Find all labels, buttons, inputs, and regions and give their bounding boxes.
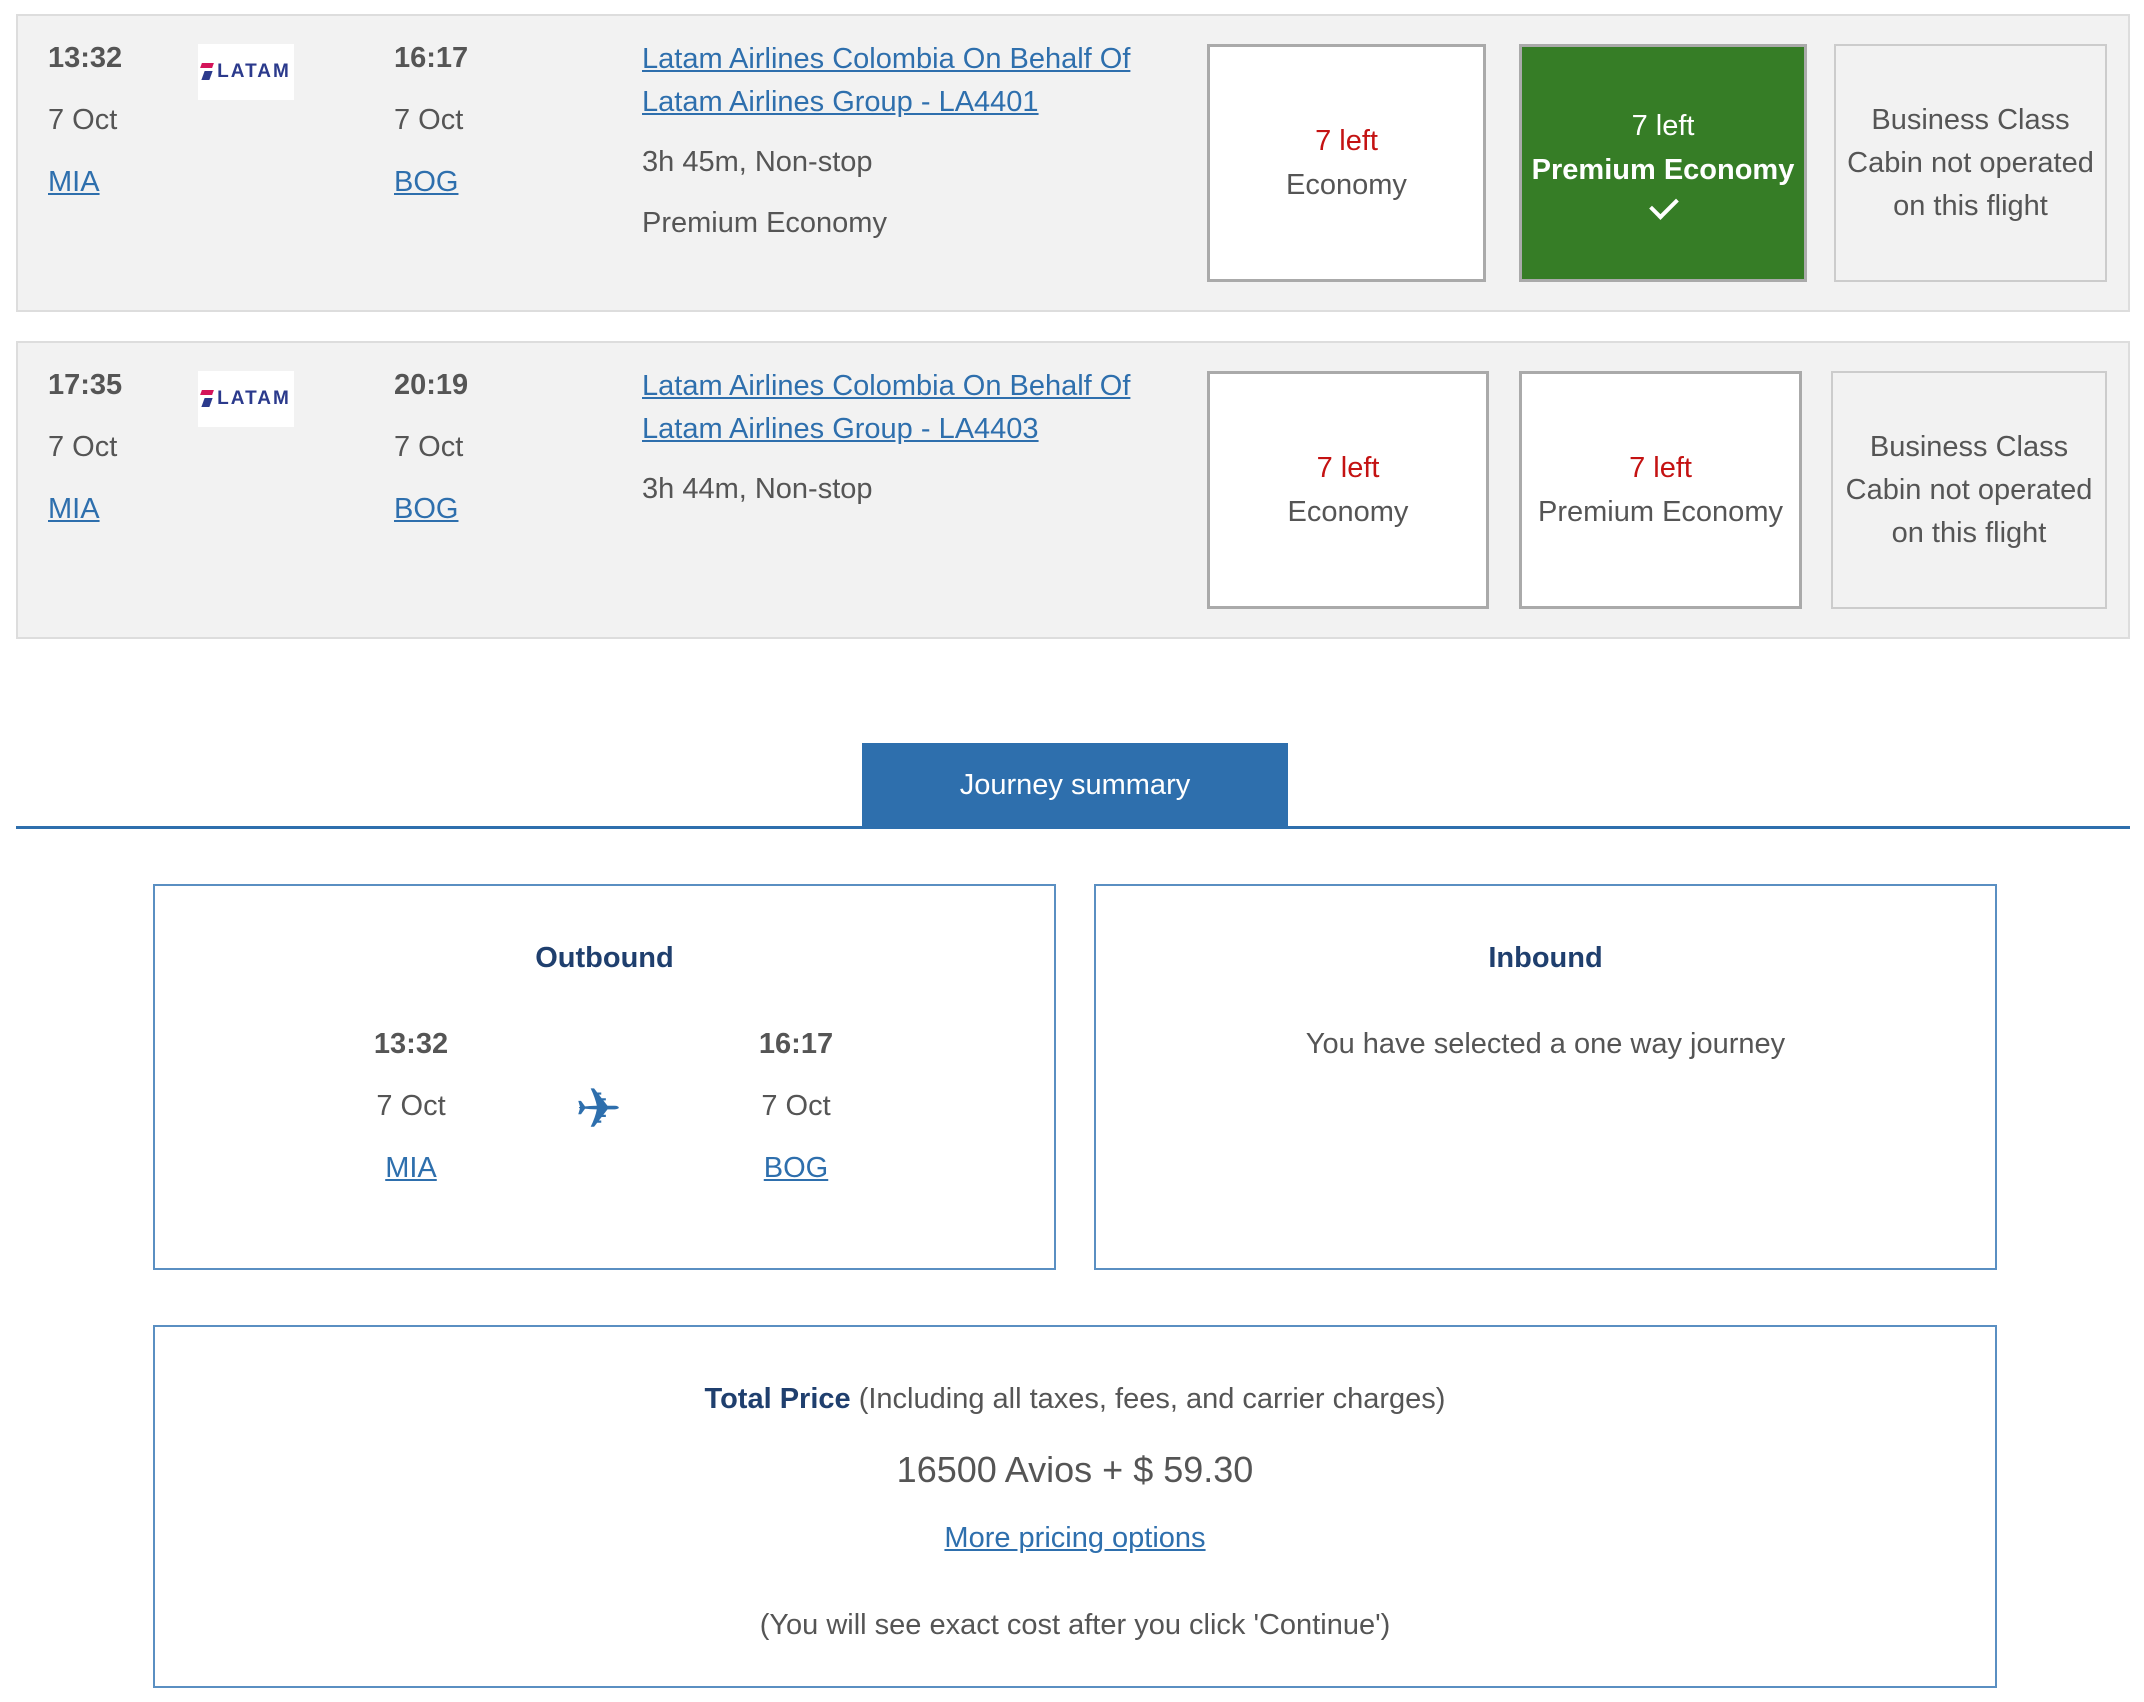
cabin-name: Premium Economy [1531,154,1795,186]
total-price-label-note: (Including all taxes, fees, and carrier … [850,1383,1446,1415]
summary-arrival-date: 7 Oct [761,1090,831,1122]
total-price-heading: Total Price (Including all taxes, fees, … [155,1383,1995,1416]
flight-duration: 3h 45m, Non-stop [642,146,873,178]
summary-departure-airport-link[interactable]: MIA [311,1152,511,1185]
seats-left: 7 left [1629,452,1692,484]
cabin-option-economy[interactable]: 7 left Economy [1207,44,1486,282]
departure-date: 7 Oct [48,431,118,463]
seats-left: 7 left [1315,125,1378,157]
one-way-message: You have selected a one way journey [1305,1028,1786,1060]
departure-time: 17:35 [48,369,123,401]
outbound-summary-panel: Outbound 13:32 7 Oct MIA ✈ 16:17 7 Oct B… [153,884,1056,1270]
cabin-name: Economy [1287,496,1409,528]
arrival-airport-link[interactable]: BOG [394,166,468,199]
inbound-summary-panel: Inbound You have selected a one way jour… [1094,884,1997,1270]
summary-arrival: 16:17 7 Oct BOG [696,1028,896,1185]
airline-logo: LATAM [198,44,294,100]
cabin-option-business-unavailable: Business Class Cabin not operated on thi… [1831,371,2107,609]
cabin-option-premium-economy[interactable]: 7 left Premium Economy [1519,44,1807,282]
departure-info: 13:32 7 Oct MIA [48,42,122,199]
departure-airport-link[interactable]: MIA [48,166,122,199]
latam-logo-icon [201,390,213,408]
arrival-time: 16:17 [394,42,469,74]
departure-date: 7 Oct [48,104,118,136]
seats-left: 7 left [1631,110,1695,142]
seats-left: 7 left [1316,452,1380,484]
tab-journey-summary[interactable]: Journey summary [862,743,1288,827]
arrival-date: 7 Oct [394,431,464,463]
arrival-airport-link[interactable]: BOG [394,493,468,526]
summary-arrival-airport-link[interactable]: BOG [696,1152,896,1185]
price-note: (You will see exact cost after you click… [759,1609,1391,1641]
cabin-option-premium-economy[interactable]: 7 left Premium Economy [1519,371,1802,609]
arrival-info: 16:17 7 Oct BOG [394,42,468,199]
summary-arrival-time: 16:17 [758,1028,834,1060]
checkmark-icon [1646,192,1680,222]
departure-info: 17:35 7 Oct MIA [48,369,122,526]
flight-details: Latam Airlines Colombia On Behalf Of Lata… [642,38,1162,240]
departure-airport-link[interactable]: MIA [48,493,122,526]
more-pricing-options-link[interactable]: More pricing options [155,1522,1995,1555]
cabin-name: Premium Economy [1538,496,1783,528]
outbound-title: Outbound [535,942,674,974]
carrier-link[interactable]: Latam Airlines Colombia On Behalf Of Lata… [642,38,1162,124]
flight-details: Latam Airlines Colombia On Behalf Of Lata… [642,365,1162,506]
flight-row: 17:35 7 Oct MIA LATAM 20:19 7 Oct BOG La… [16,341,2130,639]
selected-cabin-label: Premium Economy [642,207,887,239]
total-price-amount: 16500 Avios + $ 59.30 [896,1449,1254,1490]
latam-logo-icon [201,63,213,81]
summary-departure: 13:32 7 Oct MIA [311,1028,511,1185]
summary-departure-time: 13:32 [373,1028,449,1060]
flight-duration: 3h 44m, Non-stop [642,473,873,505]
total-price-label: Total Price [704,1383,851,1415]
cabin-name: Economy [1286,169,1407,201]
tab-divider [16,826,2130,829]
flight-row: 13:32 7 Oct MIA LATAM 16:17 7 Oct BOG La… [16,14,2130,312]
summary-departure-date: 7 Oct [376,1090,446,1122]
arrival-time: 20:19 [394,369,469,401]
departure-time: 13:32 [48,42,123,74]
total-price-panel: Total Price (Including all taxes, fees, … [153,1325,1997,1688]
airline-logo: LATAM [198,371,294,427]
cabin-option-economy[interactable]: 7 left Economy [1207,371,1489,609]
plane-icon: ✈ [575,1077,622,1140]
carrier-link[interactable]: Latam Airlines Colombia On Behalf Of Lata… [642,365,1162,451]
cabin-option-business-unavailable: Business Class Cabin not operated on thi… [1834,44,2107,282]
inbound-title: Inbound [1488,942,1603,974]
arrival-info: 20:19 7 Oct BOG [394,369,468,526]
arrival-date: 7 Oct [394,104,464,136]
